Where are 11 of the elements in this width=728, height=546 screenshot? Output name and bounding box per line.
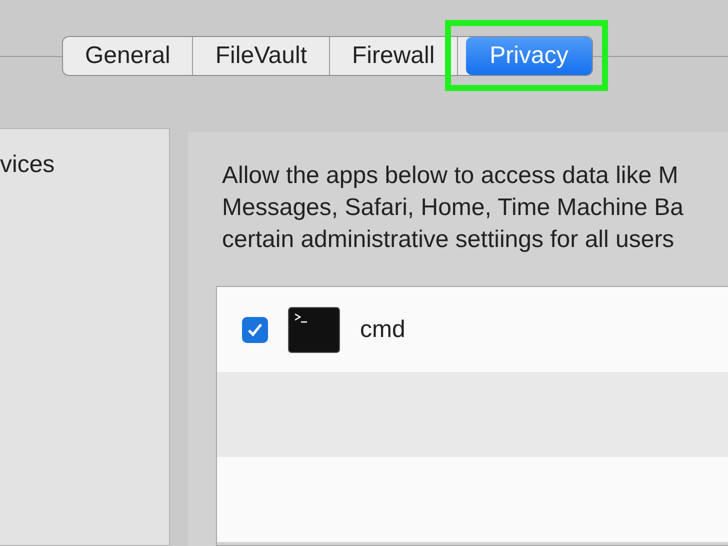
terminal-icon <box>288 306 340 352</box>
description-text: Messages, Safari, Home, Time Machine Ba <box>222 193 685 223</box>
tab[interactable]: FileVault <box>193 37 330 75</box>
tab[interactable]: Firewall <box>330 37 458 75</box>
sidebar-item[interactable]: vices <box>0 151 169 179</box>
tab[interactable]: Privacy <box>466 37 592 75</box>
tab[interactable]: General <box>63 37 194 75</box>
app-name: cmd <box>360 316 406 344</box>
checkbox[interactable] <box>242 316 268 342</box>
description-text: certain administrative settiings for all users <box>222 225 676 255</box>
description-text: Allow the apps below to access data like M <box>222 161 680 191</box>
